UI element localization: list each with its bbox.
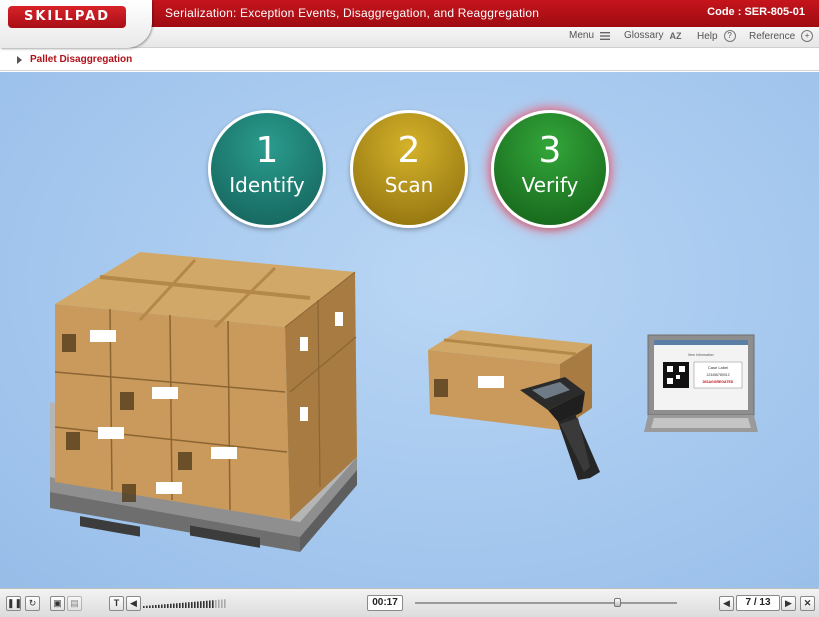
glossary-label: Glossary — [624, 30, 664, 41]
speaker-icon: ◀ — [130, 598, 137, 608]
step-label: Identify — [229, 173, 305, 197]
chevron-left-icon: ◀ — [723, 598, 730, 608]
transcript-button[interactable]: ▣ — [50, 596, 65, 611]
page-current: 7 — [745, 597, 752, 608]
step-3-verify[interactable]: 3 Verify — [491, 110, 609, 228]
course-code: Code : SER-805-01 — [707, 6, 805, 18]
logo-text: SKILLPAD — [8, 6, 126, 28]
step-number: 3 — [538, 130, 562, 171]
breadcrumb-arrow-icon — [17, 56, 22, 64]
volume-down-button[interactable]: ◀ — [126, 596, 141, 611]
volume-tick — [155, 605, 157, 608]
content-stage: Case Label 123456789012 DISAGGREGATED It… — [0, 72, 819, 588]
player-controls: ❚❚ ↻ ▣ ▤ T ◀ 00:17 ◀ 7 / 13 ▶ ✕ — [0, 588, 819, 617]
monitor-case-label: Case Label — [708, 365, 728, 370]
volume-tick — [173, 603, 175, 608]
reference-label: Reference — [749, 30, 796, 42]
elapsed-time: 00:17 — [367, 595, 403, 611]
volume-tick — [224, 599, 226, 608]
progress-track[interactable] — [415, 602, 677, 604]
close-icon: ✕ — [803, 598, 812, 608]
text-button[interactable]: T — [109, 596, 124, 611]
box-stack-illustration — [54, 252, 357, 520]
volume-tick — [200, 601, 202, 608]
page-indicator: 7 / 13 — [736, 595, 780, 611]
computer-monitor-illustration: Case Label 123456789012 DISAGGREGATED It… — [644, 334, 758, 432]
volume-slider[interactable] — [143, 599, 227, 608]
glossary-az-icon: AZ — [669, 30, 682, 41]
step-2-scan[interactable]: 2 Scan — [350, 110, 468, 228]
volume-tick — [203, 601, 205, 608]
text-size-icon: T — [113, 598, 120, 608]
volume-tick — [143, 606, 145, 608]
volume-tick — [170, 603, 172, 608]
logo: SKILLPAD — [0, 0, 152, 48]
help-button[interactable]: Help ? — [697, 30, 736, 42]
monitor-header: Item Information — [688, 353, 713, 357]
close-button[interactable]: ✕ — [800, 596, 815, 611]
volume-tick — [218, 599, 220, 608]
volume-tick — [209, 600, 211, 608]
code-value: SER-805-01 — [744, 6, 805, 18]
help-icon: ? — [723, 30, 736, 42]
course-title: Serialization: Exception Events, Disaggr… — [165, 6, 540, 20]
volume-tick — [215, 600, 217, 608]
menu-label: Menu — [569, 30, 595, 41]
volume-tick — [206, 600, 208, 608]
breadcrumb-label: Pallet Disaggregation — [30, 54, 133, 65]
next-page-button[interactable]: ▶ — [781, 596, 796, 611]
volume-tick — [182, 602, 184, 608]
code-label: Code : — [707, 6, 742, 18]
document-icon: ▣ — [53, 598, 62, 608]
menu-button[interactable]: Menu — [569, 30, 611, 41]
volume-tick — [158, 604, 160, 608]
page-total: 13 — [759, 597, 771, 608]
volume-tick — [185, 602, 187, 608]
menu-icon — [600, 31, 611, 40]
pause-button[interactable]: ❚❚ — [6, 596, 23, 611]
step-1-identify[interactable]: 1 Identify — [208, 110, 326, 228]
reference-plus-icon: + — [801, 30, 814, 42]
step-number: 2 — [397, 130, 421, 171]
volume-tick — [167, 604, 169, 608]
volume-tick — [197, 601, 199, 608]
page-separator: / — [753, 597, 757, 608]
volume-tick — [191, 602, 193, 608]
volume-tick — [188, 602, 190, 608]
monitor-serial: 123456789012 — [706, 373, 729, 377]
progress-thumb[interactable] — [613, 598, 621, 607]
replay-icon: ↻ — [28, 598, 37, 608]
step-label: Verify — [521, 173, 579, 197]
volume-tick — [221, 599, 223, 608]
pause-icon: ❚❚ — [7, 598, 23, 608]
volume-tick — [212, 600, 214, 608]
step-label: Scan — [384, 173, 434, 197]
replay-button[interactable]: ↻ — [25, 596, 40, 611]
help-label: Help — [697, 30, 718, 42]
volume-tick — [176, 603, 178, 608]
volume-tick — [194, 601, 196, 608]
previous-page-button[interactable]: ◀ — [719, 596, 734, 611]
resources-button[interactable]: ▤ — [67, 596, 82, 611]
chevron-right-icon: ▶ — [785, 598, 792, 608]
volume-tick — [161, 604, 163, 608]
breadcrumb: Pallet Disaggregation — [0, 49, 819, 71]
volume-tick — [152, 605, 154, 608]
step-number: 1 — [255, 130, 279, 171]
volume-tick — [146, 605, 148, 608]
folder-icon: ▤ — [70, 598, 79, 608]
volume-tick — [164, 604, 166, 608]
reference-button[interactable]: Reference + — [749, 30, 814, 42]
volume-tick — [149, 605, 151, 608]
glossary-button[interactable]: Glossary AZ — [624, 30, 681, 41]
volume-tick — [179, 603, 181, 608]
monitor-status: DISAGGREGATED — [703, 380, 734, 384]
